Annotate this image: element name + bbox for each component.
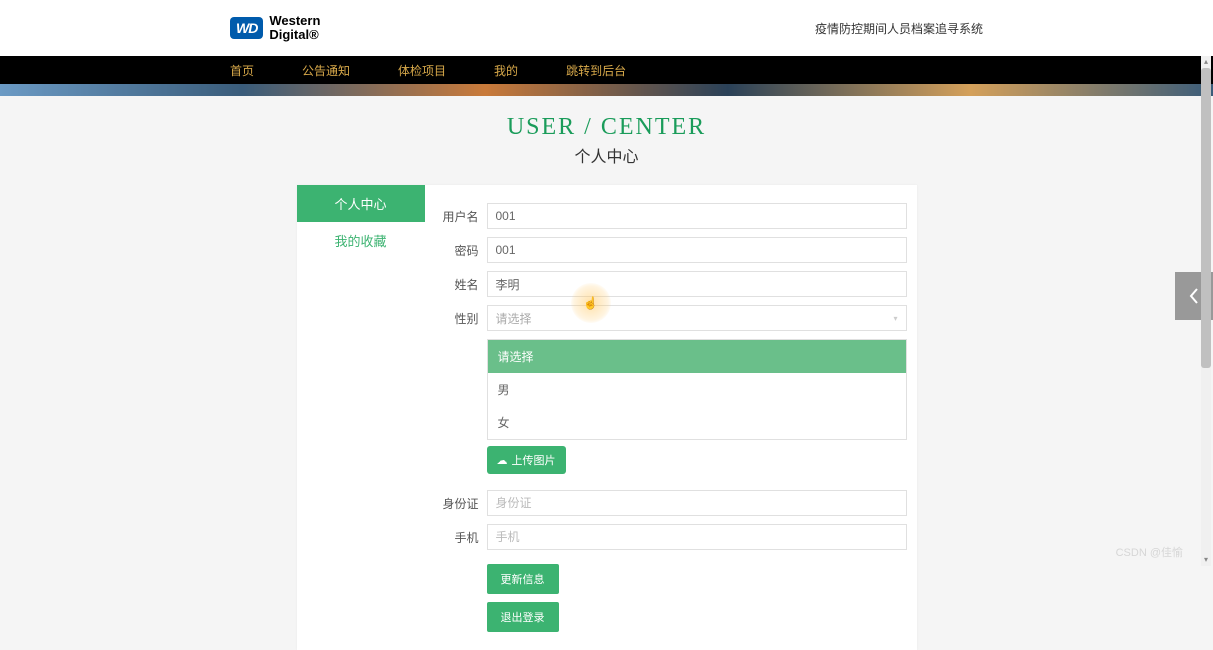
nav-notice[interactable]: 公告通知: [302, 62, 350, 79]
nav-backend[interactable]: 跳转到后台: [566, 62, 626, 79]
top-header: WD Western Digital® 疫情防控期间人员档案追寻系统: [0, 0, 1213, 56]
scrollbar-thumb[interactable]: [1201, 68, 1211, 368]
gender-dropdown: 请选择 男 女: [487, 339, 907, 440]
scroll-up-arrow[interactable]: ▴: [1201, 56, 1211, 68]
chevron-down-icon: ▾: [893, 314, 897, 323]
input-username[interactable]: [487, 203, 907, 229]
row-name: 姓名: [435, 271, 907, 297]
input-name[interactable]: [487, 271, 907, 297]
page-title-en: USER / CENTER: [0, 114, 1213, 141]
tagline: 疫情防控期间人员档案追寻系统: [815, 20, 983, 37]
label-password: 密码: [435, 242, 487, 259]
label-gender: 性别: [435, 310, 487, 327]
gender-option-female[interactable]: 女: [488, 406, 906, 439]
nav-bar: 首页 公告通知 体检项目 我的 跳转到后台: [0, 56, 1213, 84]
row-gender: 性别 请选择 ▾: [435, 305, 907, 331]
gender-option-placeholder[interactable]: 请选择: [488, 340, 906, 373]
row-idcard: 身份证: [435, 490, 907, 516]
sidebar: 个人中心 我的收藏: [297, 185, 425, 650]
logo-badge: WD: [230, 17, 263, 39]
nav-exam[interactable]: 体检项目: [398, 62, 446, 79]
cloud-upload-icon: ☁: [497, 454, 508, 467]
nav-mine[interactable]: 我的: [494, 62, 518, 79]
page-title-zh: 个人中心: [0, 143, 1213, 167]
row-phone: 手机: [435, 524, 907, 550]
watermark: CSDN @佳愉: [1116, 544, 1183, 560]
logo: WD Western Digital®: [230, 14, 320, 43]
upload-image-button[interactable]: ☁ 上传图片: [487, 446, 566, 474]
upload-btn-label: 上传图片: [512, 452, 556, 468]
gender-option-male[interactable]: 男: [488, 373, 906, 406]
input-idcard[interactable]: [487, 490, 907, 516]
input-phone[interactable]: [487, 524, 907, 550]
select-gender[interactable]: 请选择 ▾: [487, 305, 907, 331]
page-title-area: USER / CENTER 个人中心: [0, 96, 1213, 175]
select-gender-value: 请选择: [496, 310, 532, 327]
sidebar-item-user-center[interactable]: 个人中心: [297, 185, 425, 222]
logo-text: Western Digital®: [269, 14, 320, 43]
content-panel: 个人中心 我的收藏 用户名 密码 姓名 性别 请选择 ▾ ☝: [297, 185, 917, 650]
row-password: 密码: [435, 237, 907, 263]
label-name: 姓名: [435, 276, 487, 293]
label-idcard: 身份证: [435, 495, 487, 512]
banner-image: [0, 84, 1213, 96]
update-info-button[interactable]: 更新信息: [487, 564, 559, 594]
chevron-left-icon: [1187, 286, 1201, 306]
scroll-down-arrow[interactable]: ▾: [1201, 554, 1211, 566]
form-area: 用户名 密码 姓名 性别 请选择 ▾ ☝ 请选择 男 女: [425, 185, 917, 650]
nav-home[interactable]: 首页: [230, 62, 254, 79]
sidebar-item-favorites[interactable]: 我的收藏: [297, 222, 425, 259]
label-phone: 手机: [435, 529, 487, 546]
logout-button[interactable]: 退出登录: [487, 602, 559, 632]
row-username: 用户名: [435, 203, 907, 229]
input-password[interactable]: [487, 237, 907, 263]
label-username: 用户名: [435, 208, 487, 225]
